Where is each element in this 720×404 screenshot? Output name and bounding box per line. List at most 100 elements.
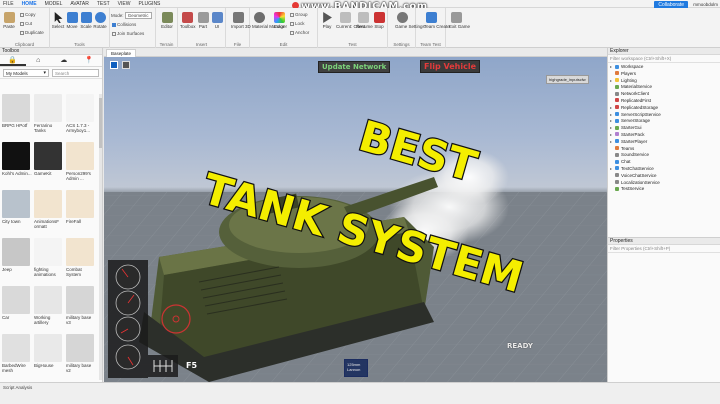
explorer-item[interactable]: LocalizationService (608, 180, 720, 187)
lock-icon[interactable] (122, 61, 130, 69)
exit-game-button[interactable]: Exit Game (449, 12, 470, 29)
explorer-item[interactable]: ▸ Lighting (608, 78, 720, 85)
terrain-editor-button[interactable]: Editor (160, 12, 174, 29)
explorer-item[interactable]: ReplicatedFirst (608, 98, 720, 105)
explorer-item[interactable]: ▸ TextChatService (608, 166, 720, 173)
explorer-filter-input[interactable]: Filter workspace (Ctrl+Shift+X) (608, 55, 720, 63)
rotate-tool[interactable]: Rotate (93, 12, 107, 29)
tab-home-icon[interactable]: ⌂ (26, 55, 52, 66)
toolbox-title: Toolbox (0, 48, 102, 55)
explorer-item[interactable]: Chat (608, 159, 720, 166)
explorer-item[interactable]: NetworkClient (608, 91, 720, 98)
toolbox-item[interactable]: military base v3 (66, 286, 96, 332)
toolbox-item[interactable]: AnimationsF ormatt (34, 190, 64, 236)
toolbox-item[interactable]: City town (2, 190, 32, 236)
camera-icon[interactable] (110, 61, 118, 69)
model-thumbnail (2, 286, 30, 314)
collisions-toggle[interactable]: Collisions (112, 22, 136, 27)
team-icon (425, 12, 437, 23)
tab-baseplate[interactable]: Baseplate (106, 49, 137, 57)
toolbox-item[interactable]: Ferrarino Tanks (34, 94, 64, 140)
cut-button[interactable]: Cut (20, 21, 32, 26)
team-create-button[interactable]: Team Create (424, 12, 450, 29)
toolbox-item[interactable]: Person299's Admin ... (66, 142, 96, 188)
properties-filter-input[interactable]: Filter Properties (Ctrl+Shift+P) (608, 245, 720, 253)
script-analysis-tab[interactable]: Script Analysis (3, 385, 32, 390)
menu-view[interactable]: VIEW (118, 1, 131, 7)
part-label: Part (198, 24, 208, 29)
explorer-item[interactable]: ▸ StarterPack (608, 132, 720, 139)
toolbox-item[interactable]: Working artillery (34, 286, 64, 332)
explorer-item[interactable]: SoundService (608, 152, 720, 159)
service-icon (615, 91, 619, 96)
scrollbar-thumb[interactable] (99, 98, 102, 148)
mode-select[interactable]: Mode: Geometric (111, 12, 152, 19)
menu-file[interactable]: FILE (3, 1, 14, 7)
toolbox-item[interactable]: BRPG HPotf (2, 94, 32, 140)
explorer-item[interactable]: TestService (608, 186, 720, 193)
explorer-item[interactable]: ▸ ReplicatedStorage (608, 105, 720, 112)
part-button[interactable]: Part (196, 12, 210, 29)
toolbox-item[interactable]: BigHouse (34, 334, 64, 380)
menu-plugins[interactable]: PLUGINS (138, 1, 160, 7)
model-name: Ferrarino Tanks (34, 123, 53, 133)
toolbox-button[interactable]: Toolbox (180, 12, 196, 29)
explorer-item[interactable]: ▸ ServerStorage (608, 118, 720, 125)
explorer-item[interactable]: Players (608, 71, 720, 78)
toolbox-item[interactable]: military base v2 (66, 334, 96, 380)
explorer-item[interactable]: VoiceChatService (608, 173, 720, 180)
play-button[interactable]: Play (320, 12, 334, 29)
game-viewport[interactable]: BEST TANK SYSTEM Update Network Flip Veh… (104, 57, 607, 382)
menu-test[interactable]: TEST (97, 1, 110, 7)
group-button[interactable]: Group (290, 12, 308, 17)
username-label[interactable]: mmoobdolm (693, 2, 718, 7)
toolbox-item[interactable]: GameKit (34, 142, 64, 188)
toolbox-search-input[interactable]: Search (52, 69, 99, 77)
toolbox-item[interactable]: Car (2, 286, 32, 332)
flip-vehicle-button[interactable]: Flip Vehicle (420, 60, 480, 73)
import3d-button[interactable]: Import 3D (231, 12, 251, 29)
tab-pin-icon[interactable]: 📍 (77, 55, 103, 66)
tab-inventory-icon[interactable]: 🔒 (0, 55, 26, 66)
explorer-item[interactable]: ▸ StarterPlayer (608, 139, 720, 146)
copy-button[interactable]: Copy (20, 12, 36, 17)
anchor-button[interactable]: Anchor (290, 30, 309, 35)
toolbox-item[interactable]: ACS 1.7.3 - Armyboy1... (66, 94, 96, 140)
category-dropdown[interactable]: My Models ▾ (3, 69, 49, 77)
explorer-item[interactable]: MaterialService (608, 84, 720, 91)
paste-button[interactable]: Paste (2, 12, 16, 29)
tab-cloud-icon[interactable]: ☁ (51, 55, 77, 66)
resume-button[interactable]: Resume (356, 12, 373, 29)
menu-avatar[interactable]: AVATAR (70, 1, 89, 7)
color-button[interactable]: Color (272, 12, 286, 29)
toolbox-item[interactable]: FireFall (66, 190, 96, 236)
toolbox-item[interactable]: fighting animations (34, 238, 64, 284)
toolbox-item[interactable]: Combat System (66, 238, 96, 284)
toolbox-scrollbar[interactable] (99, 94, 102, 380)
menu-home[interactable]: HOME (22, 1, 37, 7)
toolbox-item[interactable]: Kohl's Admin... (2, 142, 32, 188)
explorer-item[interactable]: ▸ StarterGui (608, 125, 720, 132)
cursor-icon (54, 12, 63, 23)
lock-button[interactable]: Lock (290, 21, 305, 26)
join-surfaces-toggle[interactable]: Join Surfaces (112, 31, 144, 36)
current-client-button[interactable]: Current: Client (336, 12, 365, 29)
category-value: My Models (6, 71, 28, 76)
game-settings-button[interactable]: Game Settings (395, 12, 425, 29)
duplicate-button[interactable]: Duplicate (20, 30, 44, 35)
menu-model[interactable]: MODEL (45, 1, 63, 7)
scale-icon (80, 12, 92, 23)
select-tool[interactable]: Select (51, 12, 65, 29)
move-tool[interactable]: Move (65, 12, 79, 29)
material-manager-button[interactable]: Material Manager (252, 12, 287, 29)
explorer-item[interactable]: ▸ ServerScriptService (608, 112, 720, 119)
update-network-button[interactable]: Update Network (318, 61, 391, 73)
scale-tool[interactable]: Scale (79, 12, 93, 29)
explorer-item[interactable]: ▸ Workspace (608, 64, 720, 71)
ui-button[interactable]: UI (210, 12, 224, 29)
toolbox-item[interactable]: Jeep (2, 238, 32, 284)
model-thumbnail (66, 142, 94, 170)
toolbox-item[interactable]: BarbedWire mesh (2, 334, 32, 380)
stop-button[interactable]: Stop (372, 12, 386, 29)
explorer-item[interactable]: Teams (608, 146, 720, 153)
